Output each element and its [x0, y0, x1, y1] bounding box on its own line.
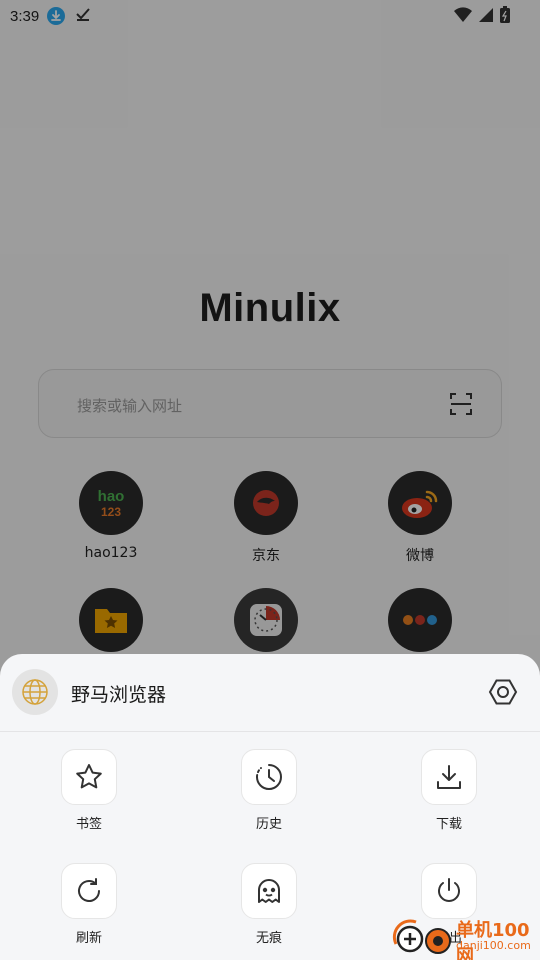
watermark: 单机100网 danji100.com — [388, 912, 540, 960]
watermark-title: 单机100网 — [456, 920, 530, 960]
menu-label: 下载 — [435, 817, 462, 832]
menu-label: 书签 — [75, 817, 102, 832]
settings-icon[interactable] — [488, 677, 518, 711]
bookmark-star-icon — [61, 749, 117, 805]
power-icon — [421, 863, 477, 919]
menu-item-refresh[interactable]: 刷新 — [29, 863, 149, 946]
watermark-subtitle: danji100.com — [456, 939, 531, 952]
menu-item-downloads[interactable]: 下载 — [389, 749, 509, 832]
watermark-logo-icon — [392, 919, 451, 954]
menu-label: 刷新 — [75, 931, 102, 946]
sheet-header: 野马浏览器 — [0, 654, 540, 732]
browser-globe-icon — [12, 669, 58, 715]
download-icon — [421, 749, 477, 805]
menu-label: 历史 — [255, 817, 282, 832]
ghost-icon — [241, 863, 297, 919]
menu-label: 无痕 — [255, 931, 282, 946]
menu-item-incognito[interactable]: 无痕 — [209, 863, 329, 946]
refresh-icon — [61, 863, 117, 919]
menu-item-history[interactable]: 历史 — [209, 749, 329, 832]
sheet-title: 野马浏览器 — [71, 684, 167, 706]
history-clock-icon — [241, 749, 297, 805]
menu-item-bookmarks[interactable]: 书签 — [29, 749, 149, 832]
